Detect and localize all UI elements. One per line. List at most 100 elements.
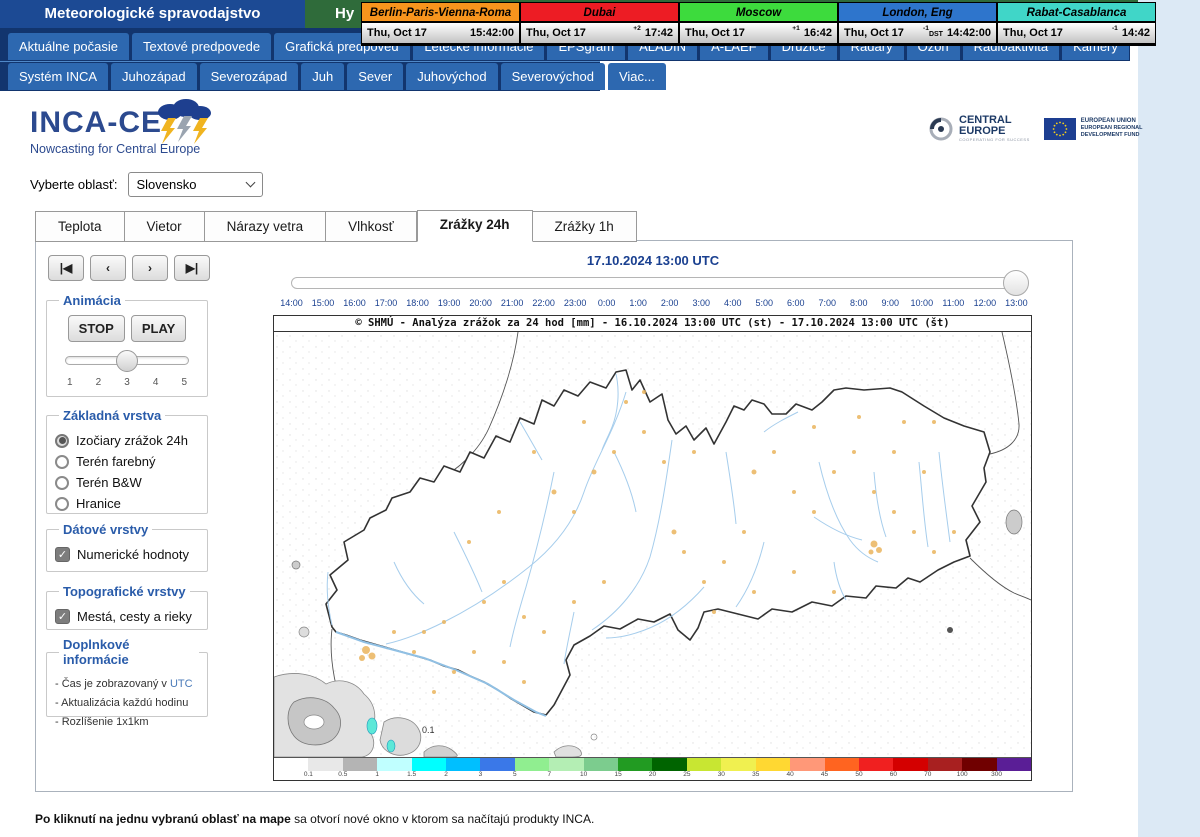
colorbar-label: 1.5 <box>407 771 416 778</box>
base-layer-option[interactable]: Terén farebný <box>55 454 199 469</box>
map-datetime-title: 17.10.2024 13:00 UTC <box>273 253 1033 268</box>
speed-tick-label: 1 <box>67 377 73 388</box>
storm-cloud-icon <box>148 98 218 151</box>
clock-time-row: Thu, Oct 17+217:42 <box>521 23 678 43</box>
colorbar-label: 50 <box>855 771 862 778</box>
time-tick-label: 10:00 <box>906 298 937 308</box>
colorbar-segment <box>584 758 618 771</box>
next-frame-button[interactable]: › <box>132 255 168 281</box>
frame-nav-buttons: |◀‹›▶| <box>48 255 210 281</box>
clock-city-label: Moscow <box>680 3 837 23</box>
clock-city-label: Berlin-Paris-Vienna-Roma <box>362 3 519 23</box>
colorbar-segment <box>825 758 859 771</box>
colorbar-segment <box>446 758 480 771</box>
nav-tab[interactable]: Severozápad <box>200 63 299 90</box>
colorbar-segment <box>274 758 308 771</box>
inca-ce-logo: INCA-CE Nowcasting for Central Europe <box>30 106 200 156</box>
nav-tab[interactable]: Sever <box>347 63 403 90</box>
colorbar-segment <box>859 758 893 771</box>
animation-speed-handle[interactable] <box>116 350 138 372</box>
checkbox-icon: ✓ <box>55 609 70 624</box>
utc-link[interactable]: UTC <box>170 678 193 690</box>
time-tick-label: 22:00 <box>528 298 559 308</box>
footer-note-bold: Po kliknutí na jednu vybranú oblasť na m… <box>35 812 291 826</box>
nav-tab[interactable]: Systém INCA <box>8 63 108 90</box>
animation-speed-slider[interactable] <box>65 356 189 365</box>
base-layer-options: Izočiary zrážok 24h Terén farebný Terén B&… <box>55 433 199 511</box>
nav-tab[interactable]: Severovýchod <box>501 63 605 90</box>
option-label: Hranice <box>76 496 121 511</box>
clock-time-row: Thu, Oct 17-114:42 <box>998 23 1155 43</box>
clock-column: DubaiThu, Oct 17+217:42 <box>521 3 680 45</box>
nav-tab[interactable]: Juhovýchod <box>406 63 497 90</box>
radio-icon <box>55 434 69 448</box>
colorbar-segment <box>652 758 686 771</box>
animation-speed-ticks: 12345 <box>67 377 187 388</box>
region-select[interactable]: Slovensko <box>128 172 263 197</box>
nav-tab[interactable]: Juhozápad <box>111 63 197 90</box>
time-slider-ticks: 14:0015:0016:0017:0018:0019:0020:0021:00… <box>276 298 1032 308</box>
layer-checkbox-option[interactable]: ✓Mestá, cesty a rieky <box>55 609 199 624</box>
precipitation-colorbar <box>274 757 1031 771</box>
option-label: Numerické hodnoty <box>77 547 189 562</box>
nav-tab[interactable]: Textové predpovede <box>132 33 271 60</box>
stop-button[interactable]: STOP <box>68 315 125 342</box>
product-tab[interactable]: Nárazy vetra <box>205 211 327 242</box>
precipitation-colorbar-labels: 0.10.511.5235710152025303540455060701003… <box>274 771 1031 780</box>
product-tab[interactable]: Zrážky 1h <box>533 211 637 242</box>
clock-column: MoscowThu, Oct 17+116:42 <box>680 3 839 45</box>
nav-tab[interactable]: Aktuálne počasie <box>8 33 129 60</box>
product-tab[interactable]: Vlhkosť <box>326 211 417 242</box>
time-tick-label: 23:00 <box>560 298 591 308</box>
colorbar-label: 5 <box>513 771 517 778</box>
extra-info-line: - Čas je zobrazovaný v UTC <box>55 678 199 690</box>
precipitation-map[interactable]: © SHMÚ - Analýza zrážok za 24 hod [mm] -… <box>273 315 1032 781</box>
prev-frame-button[interactable]: ‹ <box>90 255 126 281</box>
colorbar-label: 15 <box>614 771 621 778</box>
speed-tick-label: 3 <box>124 377 130 388</box>
colorbar-label: 35 <box>752 771 759 778</box>
play-button[interactable]: PLAY <box>131 315 186 342</box>
extra-info-line: - Rozlíšenie 1x1km <box>55 716 199 728</box>
contour-value-label: 0.1 <box>422 725 435 735</box>
slovakia-map-svg[interactable]: 0.1 <box>274 332 1031 757</box>
colorbar-label: 40 <box>787 771 794 778</box>
layer-checkbox-option[interactable]: ✓Numerické hodnoty <box>55 547 199 562</box>
base-layer-option[interactable]: Hranice <box>55 496 199 511</box>
nav-tab[interactable]: Viac... <box>608 63 666 90</box>
meteo-header-title: Meteorologické spravodajstvo <box>0 0 305 28</box>
time-tick-label: 14:00 <box>276 298 307 308</box>
base-layer-option[interactable]: Terén B&W <box>55 475 199 490</box>
base-layer-option[interactable]: Izočiary zrážok 24h <box>55 433 199 448</box>
colorbar-segment <box>618 758 652 771</box>
time-slider[interactable] <box>291 277 1017 289</box>
last-frame-button[interactable]: ▶| <box>174 255 210 281</box>
colorbar-segment <box>515 758 549 771</box>
region-select-label: Vyberte oblasť: <box>30 177 118 192</box>
colorbar-segment <box>308 758 342 771</box>
colorbar-segment <box>790 758 824 771</box>
time-tick-label: 19:00 <box>434 298 465 308</box>
colorbar-label: 25 <box>683 771 690 778</box>
product-tab[interactable]: Zrážky 24h <box>417 210 533 242</box>
time-tick-label: 3:00 <box>686 298 717 308</box>
base-layer-legend: Základná vrstva <box>59 408 165 423</box>
speed-tick-label: 4 <box>153 377 159 388</box>
time-tick-label: 13:00 <box>1001 298 1032 308</box>
time-slider-handle[interactable] <box>1003 270 1029 296</box>
nav-row-2: Systém INCAJuhozápadSeverozápadJuhSeverJ… <box>8 63 666 90</box>
map-frame-title: © SHMÚ - Analýza zrážok za 24 hod [mm] -… <box>274 316 1031 332</box>
first-frame-button[interactable]: |◀ <box>48 255 84 281</box>
clock-column: London, EngThu, Oct 17-1DST14:42:00 <box>839 3 998 45</box>
time-tick-label: 8:00 <box>843 298 874 308</box>
region-select-row: Vyberte oblasť: Slovensko <box>30 172 263 197</box>
colorbar-segment <box>412 758 446 771</box>
time-tick-label: 18:00 <box>402 298 433 308</box>
nav-tab[interactable]: Juh <box>301 63 344 90</box>
product-tab[interactable]: Vietor <box>125 211 205 242</box>
time-tick-label: 20:00 <box>465 298 496 308</box>
product-tab[interactable]: Teplota <box>35 211 125 242</box>
time-tick-label: 4:00 <box>717 298 748 308</box>
colorbar-label: 1 <box>375 771 379 778</box>
colorbar-label: 0.1 <box>304 771 313 778</box>
